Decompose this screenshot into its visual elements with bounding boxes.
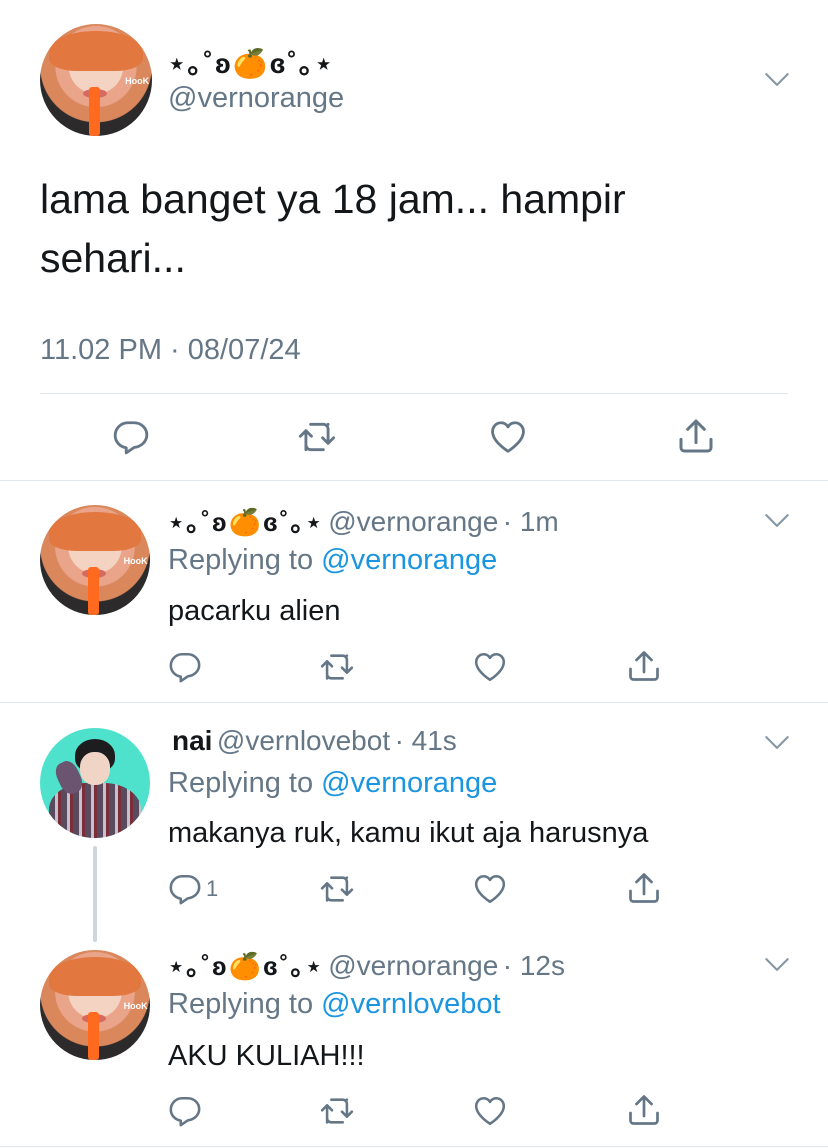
avatar[interactable]: HooK bbox=[40, 505, 150, 615]
like-icon bbox=[472, 872, 508, 906]
like-icon bbox=[488, 418, 528, 456]
reply-button[interactable]: 1 bbox=[168, 872, 218, 906]
avatar[interactable] bbox=[40, 728, 150, 838]
share-button[interactable] bbox=[676, 416, 716, 456]
share-icon bbox=[626, 648, 662, 684]
share-button[interactable] bbox=[626, 1092, 662, 1128]
retweet-button[interactable] bbox=[318, 872, 356, 906]
divider bbox=[0, 702, 828, 703]
like-button[interactable] bbox=[472, 1094, 508, 1128]
like-icon bbox=[472, 650, 508, 684]
retweet-icon bbox=[318, 872, 356, 906]
user-handle[interactable]: @vernorange bbox=[328, 950, 498, 981]
tweet-header: ⋆｡˚ʚ🍊ɞ˚｡⋆ @vernorange · 1m bbox=[168, 502, 559, 539]
display-name[interactable]: nai bbox=[172, 725, 212, 756]
tweet-time[interactable]: · 12s bbox=[503, 950, 565, 981]
like-icon bbox=[472, 1094, 508, 1128]
tweet-time[interactable]: · 1m bbox=[503, 506, 559, 537]
reply-count: 1 bbox=[206, 876, 219, 901]
user-handle[interactable]: @vernlovebot bbox=[217, 725, 390, 756]
tweet-time[interactable]: · 41s bbox=[395, 725, 457, 756]
tweet-timestamp[interactable]: 11.02 PM · 08/07/24 bbox=[40, 334, 301, 367]
share-button[interactable] bbox=[626, 648, 662, 684]
reply-button[interactable] bbox=[112, 418, 150, 456]
retweet-button[interactable] bbox=[296, 418, 338, 456]
retweet-icon bbox=[296, 418, 338, 456]
replying-to-label: Replying to bbox=[168, 544, 314, 576]
replying-to-link[interactable]: @vernorange bbox=[321, 767, 497, 799]
tweet-text-line-2: sehari... bbox=[40, 235, 186, 282]
reply-icon bbox=[168, 872, 202, 906]
like-button[interactable] bbox=[472, 872, 508, 906]
user-handle[interactable]: @vernorange bbox=[328, 506, 498, 537]
divider bbox=[40, 393, 788, 394]
tweet-text: AKU KULIAH!!! bbox=[168, 1040, 365, 1072]
tweet-text: pacarku alien bbox=[168, 595, 341, 627]
retweet-button[interactable] bbox=[318, 650, 356, 684]
share-button[interactable] bbox=[626, 870, 662, 906]
divider bbox=[0, 1146, 828, 1147]
avatar[interactable]: HooK bbox=[40, 950, 150, 1060]
display-name[interactable]: ⋆｡˚ʚ🍊ɞ˚｡⋆ bbox=[168, 507, 324, 537]
retweet-icon bbox=[318, 1094, 356, 1128]
display-name[interactable]: ⋆｡˚ʚ🍊ɞ˚｡⋆ bbox=[168, 42, 334, 82]
like-button[interactable] bbox=[488, 418, 528, 456]
avatar[interactable]: HooK bbox=[40, 24, 152, 136]
tweet-text: makanya ruk, kamu ikut aja harusnya bbox=[168, 817, 649, 849]
replying-to-link[interactable]: @vernlovebot bbox=[321, 988, 500, 1020]
share-icon bbox=[626, 870, 662, 906]
reply-button[interactable] bbox=[168, 650, 202, 684]
tweet-header: nai @vernlovebot · 41s bbox=[172, 725, 457, 757]
chevron-down-icon[interactable] bbox=[764, 513, 790, 528]
display-name[interactable]: ⋆｡˚ʚ🍊ɞ˚｡⋆ bbox=[168, 951, 324, 981]
retweet-button[interactable] bbox=[318, 1094, 356, 1128]
chevron-down-icon[interactable] bbox=[764, 72, 790, 87]
reply-button[interactable] bbox=[168, 1094, 202, 1128]
like-button[interactable] bbox=[472, 650, 508, 684]
tweet-text-line-1: lama banget ya 18 jam... hampir bbox=[40, 176, 626, 222]
divider bbox=[0, 480, 828, 481]
chevron-down-icon[interactable] bbox=[764, 735, 790, 750]
chevron-down-icon[interactable] bbox=[764, 957, 790, 972]
replying-to-label: Replying to bbox=[168, 767, 314, 799]
replying-to-label: Replying to bbox=[168, 988, 314, 1020]
reply-icon bbox=[168, 1094, 202, 1128]
share-icon bbox=[626, 1092, 662, 1128]
reply-icon bbox=[112, 418, 150, 456]
share-icon bbox=[676, 416, 716, 456]
replying-to: Replying to @vernorange bbox=[168, 544, 497, 577]
tweet-text: lama banget ya 18 jam... hampir sehari..… bbox=[40, 170, 626, 289]
reply-icon bbox=[168, 650, 202, 684]
replying-to: Replying to @vernlovebot bbox=[168, 988, 501, 1021]
thread-connector bbox=[93, 846, 97, 942]
replying-to: Replying to @vernorange bbox=[168, 767, 497, 800]
user-handle[interactable]: @vernorange bbox=[168, 82, 344, 115]
retweet-icon bbox=[318, 650, 356, 684]
replying-to-link[interactable]: @vernorange bbox=[321, 544, 497, 576]
tweet-header: ⋆｡˚ʚ🍊ɞ˚｡⋆ @vernorange · 12s bbox=[168, 946, 565, 983]
